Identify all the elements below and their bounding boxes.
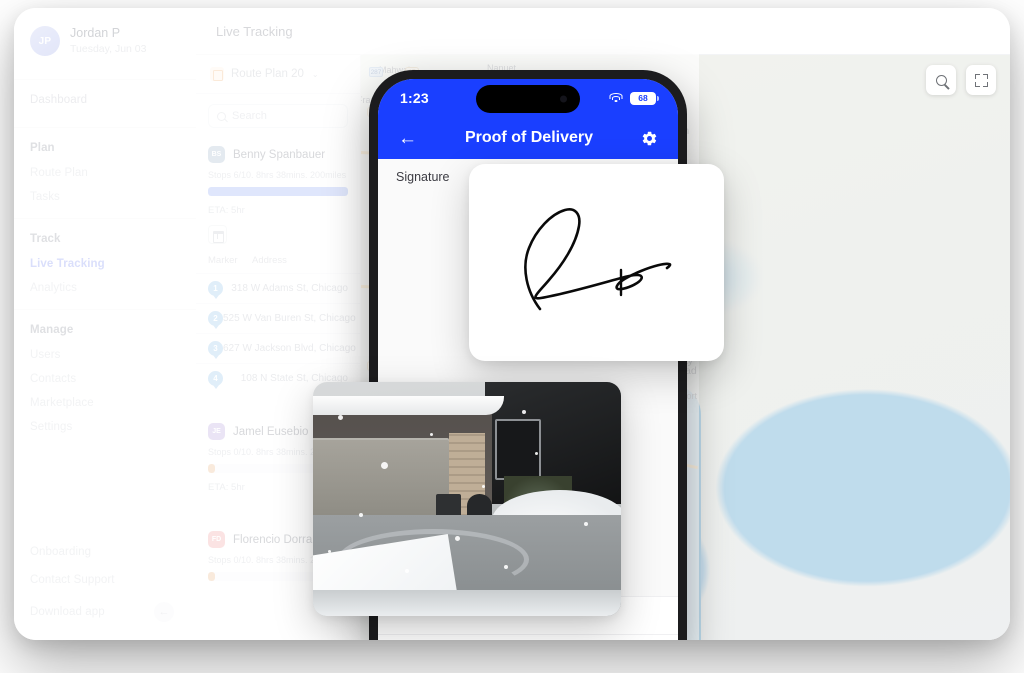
table-row[interactable]: 1 318 W Adams St, Chicago bbox=[196, 273, 360, 303]
nav-group-manage: Manage Users Contacts Marketplace Settin… bbox=[14, 310, 196, 439]
sidebar-item-tasks[interactable]: Tasks bbox=[30, 185, 180, 209]
wifi-icon bbox=[609, 93, 623, 103]
progress-bar-fill bbox=[208, 187, 348, 196]
column-header-address: Address bbox=[252, 255, 287, 266]
sidebar-item-marketplace[interactable]: Marketplace bbox=[30, 391, 180, 415]
sidebar-item-dashboard[interactable]: Dashboard bbox=[30, 80, 180, 118]
stop-marker-pin: 3 bbox=[208, 341, 223, 356]
driver-name: Benny Spanbauer bbox=[233, 148, 326, 161]
avatar: BS bbox=[208, 146, 225, 163]
clipboard-icon bbox=[210, 67, 224, 81]
signature-card[interactable] bbox=[469, 164, 724, 361]
stop-marker-pin: 1 bbox=[208, 281, 223, 296]
list-item[interactable]: BS Benny Spanbauer Stops 6/10. 8hrs 38mi… bbox=[196, 138, 360, 244]
search-container: Search bbox=[196, 94, 360, 138]
phone-status-bar: 1:23 68 bbox=[378, 79, 678, 117]
battery-indicator: 68 bbox=[630, 91, 659, 105]
sidebar: JP Jordan P Tuesday, Jun 03 Dashboard Pl… bbox=[14, 8, 196, 640]
phone-title: Proof of Delivery bbox=[464, 129, 594, 146]
sidebar-item-contact-support[interactable]: Contact Support bbox=[30, 566, 180, 594]
pod-row[interactable] bbox=[378, 634, 678, 640]
avatar: JE bbox=[208, 423, 225, 440]
proof-photo-card[interactable] bbox=[313, 382, 621, 616]
user-date: Tuesday, Jun 03 bbox=[70, 42, 147, 55]
driver-stats: Stops 6/10. 8hrs 38mins. 200miles bbox=[208, 170, 347, 180]
sidebar-user-profile[interactable]: JP Jordan P Tuesday, Jun 03 bbox=[14, 8, 196, 70]
collapse-sidebar-icon[interactable]: ← bbox=[154, 602, 174, 622]
user-name: Jordan P bbox=[70, 26, 121, 40]
nav-group-track: Track Live Tracking Analytics bbox=[14, 219, 196, 300]
topbar: Live Tracking bbox=[196, 8, 1010, 55]
back-arrow-icon[interactable]: ← bbox=[398, 129, 417, 148]
progress-bar-fill bbox=[208, 464, 215, 473]
progress-bar-fill bbox=[208, 572, 215, 581]
gear-icon[interactable] bbox=[641, 130, 658, 147]
route-plan-selector[interactable]: Route Plan 20 ⌄ bbox=[196, 55, 360, 94]
table-row[interactable]: 2 525 W Van Buren St, Chicago bbox=[196, 303, 360, 333]
sidebar-item-onboarding[interactable]: Onboarding bbox=[30, 538, 180, 566]
nav-group-title: Plan bbox=[30, 142, 55, 155]
page-title: Live Tracking bbox=[216, 23, 293, 39]
sidebar-item-settings[interactable]: Settings bbox=[30, 415, 180, 439]
driver-header: BS Benny Spanbauer bbox=[208, 146, 348, 163]
nav-group-plan: Plan Route Plan Tasks bbox=[14, 128, 196, 209]
sidebar-item-contacts[interactable]: Contacts bbox=[30, 367, 180, 391]
photo-image bbox=[313, 382, 621, 616]
table-row[interactable]: 3 627 W Jackson Blvd, Chicago bbox=[196, 333, 360, 363]
column-header-marker: Marker bbox=[208, 255, 238, 266]
sidebar-footer: Onboarding Contact Support Download app … bbox=[14, 538, 196, 630]
driver-name: Jamel Eusebio bbox=[233, 425, 309, 438]
nav-group-title: Track bbox=[30, 233, 61, 246]
nav-dashboard-section: Dashboard bbox=[14, 80, 196, 118]
search-input[interactable]: Search bbox=[208, 104, 348, 128]
sidebar-item-live-tracking[interactable]: Live Tracking bbox=[30, 252, 180, 276]
driver-eta: ETA: 5hr bbox=[208, 205, 245, 216]
stop-marker-pin: 4 bbox=[208, 371, 223, 386]
progress-bar bbox=[208, 187, 348, 196]
phone-header: ← Proof of Delivery bbox=[378, 117, 678, 159]
stop-address: 525 W Van Buren St, Chicago bbox=[223, 313, 356, 324]
signature-drawing bbox=[524, 208, 672, 311]
map-search-button[interactable] bbox=[926, 65, 956, 95]
table-header-row: Marker Address bbox=[196, 255, 360, 273]
sidebar-item-analytics[interactable]: Analytics bbox=[30, 276, 180, 300]
stops-table: Marker Address 1 318 W Adams St, Chicago… bbox=[196, 255, 360, 393]
nav-group-title: Manage bbox=[30, 324, 74, 337]
avatar: FD bbox=[208, 531, 225, 548]
stop-address: 318 W Adams St, Chicago bbox=[231, 283, 348, 294]
search-icon bbox=[935, 74, 947, 86]
search-placeholder: Search bbox=[232, 110, 267, 122]
sidebar-item-route-plan[interactable]: Route Plan bbox=[30, 161, 180, 185]
route-plan-label: Route Plan 20 bbox=[231, 68, 304, 80]
chevron-down-icon[interactable]: ⌄ bbox=[312, 70, 319, 79]
map-fullscreen-button[interactable] bbox=[966, 65, 996, 95]
table-view-icon[interactable] bbox=[208, 225, 227, 244]
stop-address: 627 W Jackson Blvd, Chicago bbox=[223, 343, 356, 354]
search-icon bbox=[217, 111, 226, 121]
sidebar-item-label: Download app bbox=[30, 606, 105, 618]
avatar: JP bbox=[30, 26, 60, 57]
status-time: 1:23 bbox=[400, 90, 429, 106]
fullscreen-icon bbox=[974, 73, 988, 87]
sidebar-item-users[interactable]: Users bbox=[30, 343, 180, 367]
stop-marker-pin: 2 bbox=[208, 311, 223, 326]
sidebar-item-download-app[interactable]: Download app ← bbox=[30, 594, 180, 630]
map-controls bbox=[926, 65, 996, 95]
dynamic-island bbox=[476, 85, 580, 113]
app-window: JP Jordan P Tuesday, Jun 03 Dashboard Pl… bbox=[14, 8, 1010, 640]
